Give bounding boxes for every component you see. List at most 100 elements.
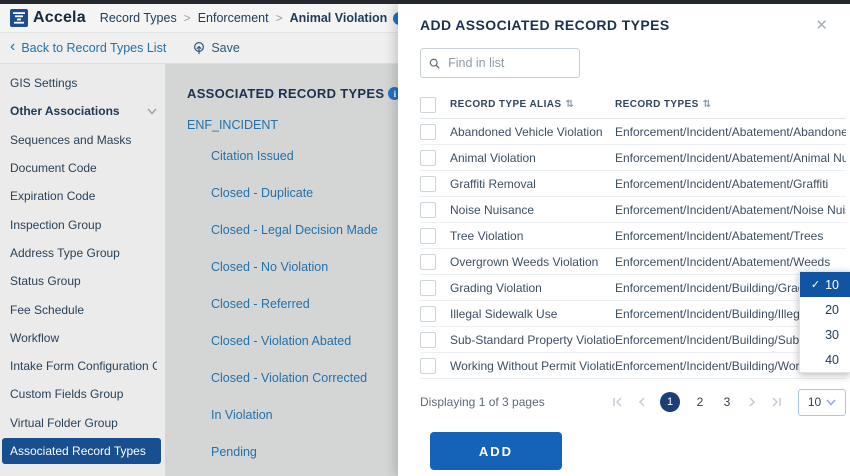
sidebar-item[interactable]: Status Group	[0, 267, 165, 295]
first-page-button[interactable]	[611, 396, 624, 408]
breadcrumb-item[interactable]: Animal Violation	[290, 11, 388, 25]
sort-icon[interactable]: ⇅	[703, 99, 712, 110]
page-size-option[interactable]: ✓10	[800, 272, 850, 297]
record-types-cell: Enforcement/Incident/Abatement/Noise Nui…	[615, 203, 846, 217]
record-type-alias-cell: Working Without Permit Violation	[450, 359, 615, 373]
column-record-type-alias: RECORD TYPE ALIAS ⇅	[450, 99, 615, 110]
record-type-alias-cell: Abandoned Vehicle Violation	[450, 125, 615, 139]
record-types-cell: Enforcement/Incident/Abatement/Graffiti	[615, 177, 846, 191]
save-icon	[192, 41, 206, 55]
sidebar-item[interactable]: Custom Fields Group	[0, 380, 165, 408]
accela-logo: Accela	[10, 9, 86, 27]
sidebar-item[interactable]: Expiration Code	[0, 182, 165, 210]
sidebar-item-label: Inspection Group	[10, 218, 157, 232]
table-row[interactable]: Illegal Sidewalk UseEnforcement/Incident…	[420, 301, 846, 327]
sidebar-item[interactable]: Inspection Group	[0, 210, 165, 238]
row-checkbox[interactable]	[420, 358, 436, 374]
table-row[interactable]: Animal ViolationEnforcement/Incident/Aba…	[420, 145, 846, 171]
save-button-label: Save	[211, 41, 240, 55]
page-number[interactable]: 3	[720, 395, 734, 409]
column-label: RECORD TYPES	[615, 99, 699, 110]
screen: Accela Record Types>Enforcement>Animal V…	[0, 0, 850, 476]
page-size-option-label: 30	[825, 328, 839, 342]
row-checkbox[interactable]	[420, 254, 436, 270]
table-row[interactable]: Working Without Permit ViolationEnforcem…	[420, 353, 846, 379]
sort-icon[interactable]: ⇅	[565, 99, 574, 110]
page-size-option[interactable]: 20	[800, 297, 850, 322]
table-row[interactable]: Noise NuisanceEnforcement/Incident/Abate…	[420, 197, 846, 223]
page-number[interactable]: 2	[693, 395, 707, 409]
page-size-option[interactable]: 30	[800, 322, 850, 347]
table-row[interactable]: Grading ViolationEnforcement/Incident/Bu…	[420, 275, 846, 301]
breadcrumb-item[interactable]: Enforcement	[198, 11, 269, 25]
sidebar-item-label: Document Code	[10, 161, 157, 175]
previous-page-button[interactable]	[637, 396, 647, 408]
sidebar-item[interactable]: Workflow	[0, 324, 165, 352]
record-type-alias-cell: Overgrown Weeds Violation	[450, 255, 615, 269]
panel-title: ASSOCIATED RECORD TYPES	[187, 86, 384, 101]
table-row[interactable]: Overgrown Weeds ViolationEnforcement/Inc…	[420, 249, 846, 275]
sidebar-item[interactable]: Virtual Folder Group	[0, 409, 165, 437]
back-link[interactable]: ‹ Back to Record Types List	[10, 41, 166, 55]
modal-header: ADD ASSOCIATED RECORD TYPES ✕	[420, 17, 846, 33]
next-page-button[interactable]	[747, 396, 757, 408]
sidebar-item-label: Custom Fields Group	[10, 387, 157, 401]
record-types-cell: Enforcement/Incident/Abatement/Abandoned…	[615, 125, 846, 139]
sidebar-item-label: Status Group	[10, 274, 157, 288]
pagination-controls: 123 10	[611, 389, 846, 416]
search-icon	[429, 57, 440, 70]
row-checkbox[interactable]	[420, 124, 436, 140]
row-checkbox[interactable]	[420, 332, 436, 348]
page-size-option[interactable]: 40	[800, 347, 850, 372]
save-button[interactable]: Save	[192, 41, 240, 55]
last-page-button[interactable]	[770, 396, 783, 408]
breadcrumb-separator: >	[276, 11, 283, 25]
accela-logo-text: Accela	[33, 9, 86, 27]
sidebar-item-label: Expiration Code	[10, 189, 157, 203]
modal-title: ADD ASSOCIATED RECORD TYPES	[420, 17, 670, 33]
table-header: RECORD TYPE ALIAS ⇅ RECORD TYPES ⇅	[420, 91, 846, 119]
table-row[interactable]: Sub-Standard Property ViolationEnforceme…	[420, 327, 846, 353]
sidebar-item-label: Fee Schedule	[10, 303, 157, 317]
record-type-alias-cell: Illegal Sidewalk Use	[450, 307, 615, 321]
chevron-left-icon: ‹	[10, 39, 15, 55]
row-checkbox[interactable]	[420, 202, 436, 218]
sidebar-item[interactable]: Address Type Group	[0, 239, 165, 267]
add-button[interactable]: ADD	[430, 432, 562, 470]
row-checkbox[interactable]	[420, 176, 436, 192]
page-numbers: 123	[660, 392, 734, 412]
page-number[interactable]: 1	[660, 392, 680, 412]
row-checkbox[interactable]	[420, 228, 436, 244]
row-checkbox[interactable]	[420, 280, 436, 296]
sidebar-item[interactable]: Other Associations	[0, 97, 165, 125]
sidebar-item[interactable]: Fee Schedule	[0, 295, 165, 323]
table-row[interactable]: Abandoned Vehicle ViolationEnforcement/I…	[420, 119, 846, 145]
sidebar-item[interactable]: GIS Settings	[0, 69, 165, 97]
sidebar-item[interactable]: Sequences and Masks	[0, 126, 165, 154]
sidebar-item-label: Other Associations	[10, 104, 147, 118]
page-size-select[interactable]: 10	[798, 389, 846, 416]
sidebar-item-label: Intake Form Configuration Grou	[10, 359, 157, 373]
record-type-alias-cell: Tree Violation	[450, 229, 615, 243]
record-types-cell: Enforcement/Incident/Abatement/Trees	[615, 229, 846, 243]
add-associated-record-types-modal: ADD ASSOCIATED RECORD TYPES ✕ RECORD TYP…	[398, 4, 850, 476]
search-input[interactable]	[446, 55, 571, 71]
page-size-option-label: 40	[825, 353, 839, 367]
sidebar-item[interactable]: Associated Record Types	[2, 438, 161, 464]
close-icon[interactable]: ✕	[815, 18, 828, 33]
sidebar-item[interactable]: Intake Form Configuration Grou	[0, 352, 165, 380]
page-size-menu: ✓1020 30 40	[799, 271, 850, 373]
chevron-down-icon	[826, 399, 836, 406]
record-types-cell: Enforcement/Incident/Abatement/Animal Nu…	[615, 151, 846, 165]
row-checkbox[interactable]	[420, 150, 436, 166]
table-row[interactable]: Tree ViolationEnforcement/Incident/Abate…	[420, 223, 846, 249]
search-box[interactable]	[420, 48, 580, 78]
sidebar-item-label: Virtual Folder Group	[10, 416, 157, 430]
breadcrumb-item[interactable]: Record Types	[100, 11, 177, 25]
sidebar-item[interactable]: Document Code	[0, 154, 165, 182]
column-record-types: RECORD TYPES ⇅	[615, 99, 846, 110]
row-checkbox[interactable]	[420, 306, 436, 322]
select-all-checkbox[interactable]	[420, 97, 436, 113]
sidebar-item-label: Address Type Group	[10, 246, 157, 260]
table-row[interactable]: Graffiti RemovalEnforcement/Incident/Aba…	[420, 171, 846, 197]
